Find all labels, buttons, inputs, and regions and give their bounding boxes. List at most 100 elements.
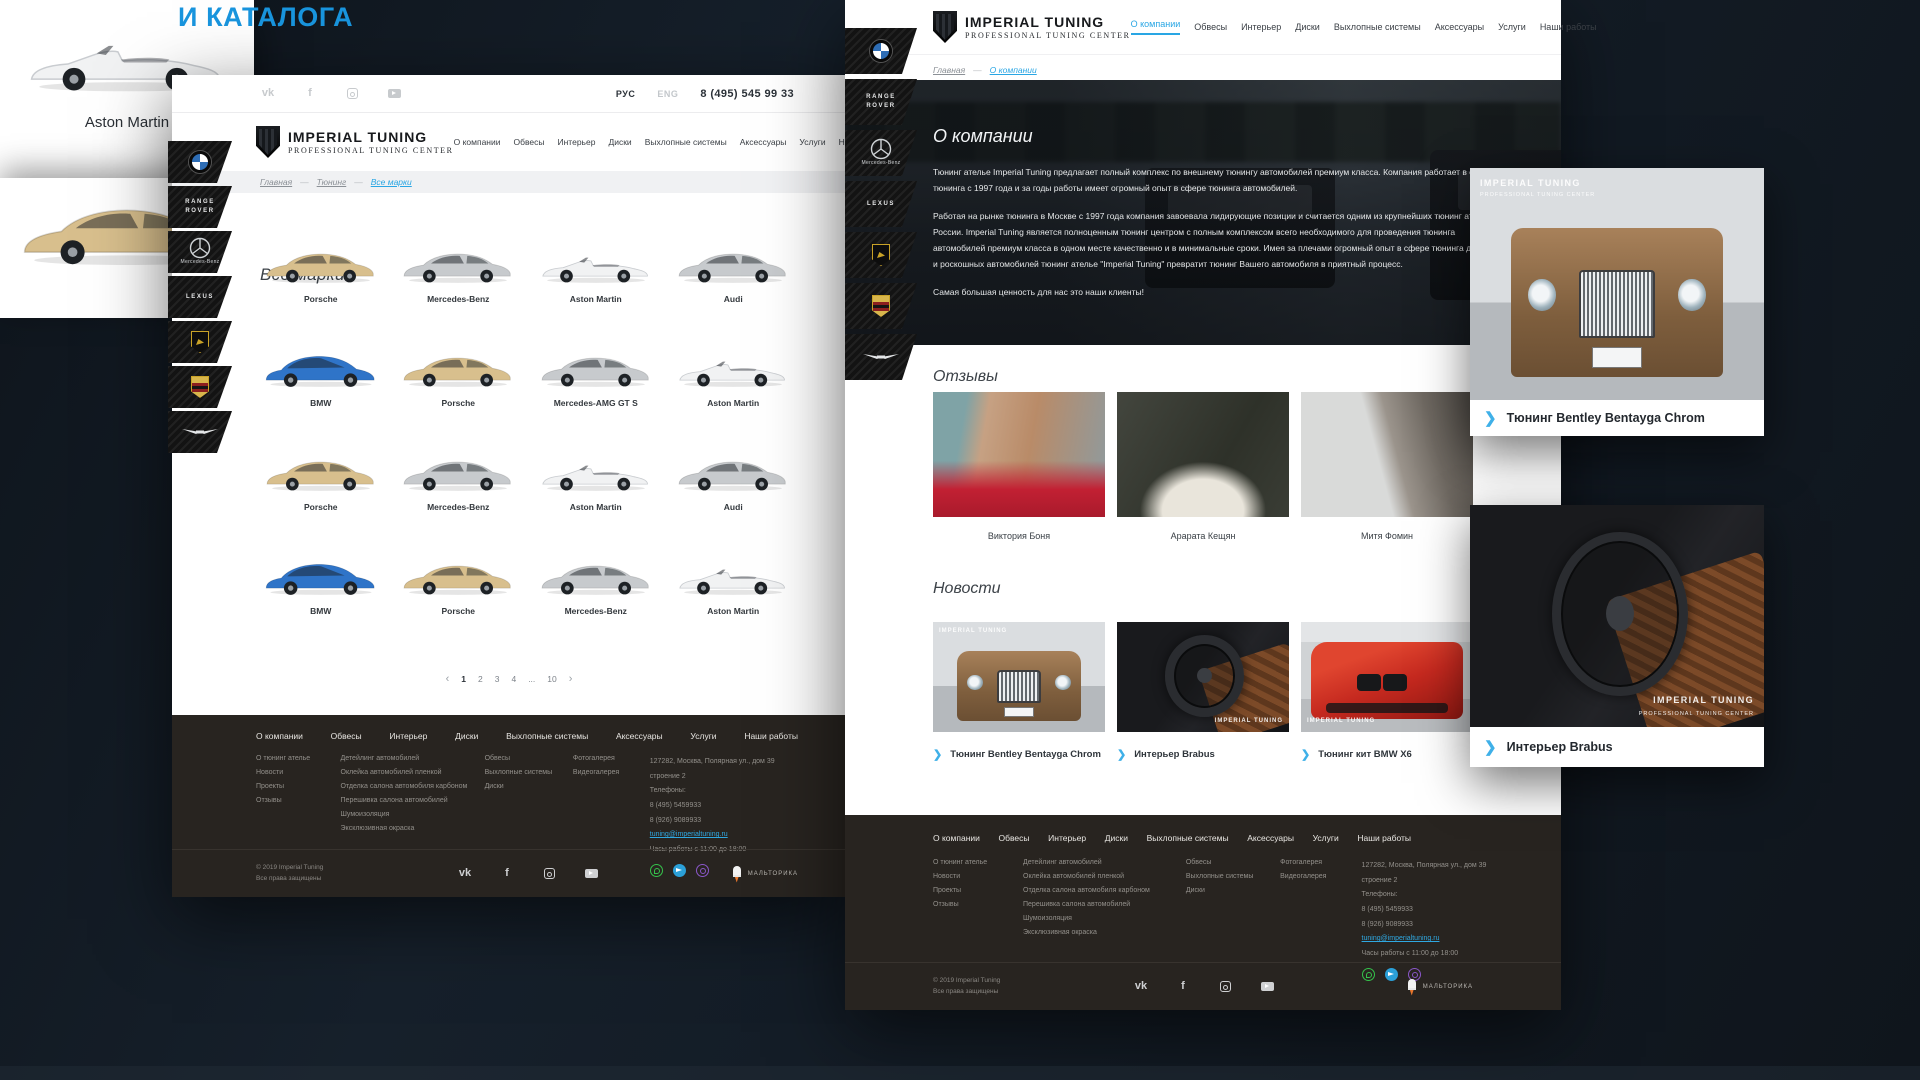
footer-nav-wheels[interactable]: Диски [455, 731, 478, 741]
range-rover-badge[interactable]: RANGE ROVER [845, 79, 917, 125]
page-1[interactable]: 1 [461, 674, 466, 684]
page-2[interactable]: 2 [478, 674, 483, 684]
nav-about[interactable]: О компании [1131, 19, 1181, 35]
footer-nav-works[interactable]: Наши работы [744, 731, 798, 741]
mercedes-badge[interactable]: Mercedes-Benz [845, 130, 917, 176]
youtube-icon[interactable] [583, 867, 599, 881]
review-card[interactable]: Виктория Боня [933, 392, 1105, 541]
porsche-badge[interactable] [168, 366, 232, 408]
studio-credit[interactable]: МАЛЬТОРИКА [1408, 979, 1473, 995]
phone-1[interactable]: 8 (495) 5459933 [1362, 903, 1501, 918]
bmw-badge[interactable] [168, 141, 232, 183]
page-4[interactable]: 4 [511, 674, 516, 684]
facebook-icon[interactable]: f [302, 87, 318, 101]
vk-icon[interactable]: vk [260, 87, 276, 101]
email-link[interactable]: tuning@imperialtuning.ru [1362, 932, 1440, 947]
breadcrumb-home[interactable]: Главная [260, 177, 292, 187]
lang-rus[interactable]: РУС [616, 89, 635, 99]
nav-exhaust[interactable]: Выхлопные системы [645, 137, 727, 147]
instagram-icon[interactable] [1217, 980, 1233, 994]
footer-nav-accessories[interactable]: Аксессуары [616, 731, 663, 741]
work-card-brabus[interactable]: IMPERIAL TUNING PROFESSIONAL TUNING CENT… [1470, 505, 1764, 767]
breadcrumb-home[interactable]: Главная [933, 65, 965, 75]
nav-bodykits[interactable]: Обвесы [514, 137, 545, 147]
car-card-audi[interactable]: Audi [665, 233, 803, 337]
nav-services[interactable]: Услуги [799, 137, 825, 147]
footer-nav-wheels[interactable]: Диски [1105, 833, 1128, 843]
phone-2[interactable]: 8 (926) 9089933 [1362, 918, 1501, 933]
vk-icon[interactable]: vk [457, 867, 473, 881]
nav-exhaust[interactable]: Выхлопные системы [1334, 22, 1421, 32]
car-card-bmw[interactable]: BMW [252, 545, 390, 649]
facebook-icon[interactable]: f [499, 867, 515, 881]
car-card-amg-gts[interactable]: Mercedes-AMG GT S [527, 337, 665, 441]
car-card-mercedes[interactable]: Mercedes-Benz [390, 441, 528, 545]
instagram-icon[interactable] [344, 87, 360, 101]
footer-nav-bodykits[interactable]: Обвесы [331, 731, 362, 741]
page-3[interactable]: 3 [495, 674, 500, 684]
nav-services[interactable]: Услуги [1498, 22, 1526, 32]
phone-1[interactable]: 8 (495) 5459933 [650, 799, 806, 814]
site-logo[interactable]: IMPERIAL TUNING PROFESSIONAL TUNING CENT… [933, 11, 1131, 43]
footer-nav-services[interactable]: Услуги [690, 731, 716, 741]
footer-nav-bodykits[interactable]: Обвесы [999, 833, 1030, 843]
footer-nav-works[interactable]: Наши работы [1357, 833, 1411, 843]
car-card-aston[interactable]: Aston Martin [527, 441, 665, 545]
nav-accessories[interactable]: Аксессуары [740, 137, 787, 147]
nav-interior[interactable]: Интерьер [1241, 22, 1281, 32]
footer-nav-exhaust[interactable]: Выхлопные системы [506, 731, 588, 741]
page-10[interactable]: 10 [547, 674, 556, 684]
car-card-porsche[interactable]: Porsche [252, 441, 390, 545]
header-phone[interactable]: 8 (495) 545 99 33 [700, 88, 794, 100]
footer-nav-interior[interactable]: Интерьер [1048, 833, 1086, 843]
mercedes-badge[interactable]: Mercedes-Benz [168, 231, 232, 273]
page-next[interactable]: › [569, 673, 573, 685]
footer-nav-services[interactable]: Услуги [1313, 833, 1339, 843]
footer-nav-about[interactable]: О компании [256, 731, 303, 741]
nav-about[interactable]: О компании [454, 137, 501, 147]
aston-martin-badge[interactable] [168, 411, 232, 453]
footer-nav-interior[interactable]: Интерьер [389, 731, 427, 741]
lexus-badge[interactable]: LEXUS [845, 181, 917, 227]
youtube-icon[interactable] [386, 87, 402, 101]
email-link[interactable]: tuning@imperialtuning.ru [650, 828, 728, 843]
nav-wheels[interactable]: Диски [608, 137, 631, 147]
vk-icon[interactable]: vk [1133, 980, 1149, 994]
car-card-porsche[interactable]: Porsche [390, 337, 528, 441]
lexus-badge[interactable]: LEXUS [168, 276, 232, 318]
porsche-badge[interactable] [845, 283, 917, 329]
car-card-mercedes[interactable]: Mercedes-Benz [390, 233, 528, 337]
lamborghini-badge[interactable] [168, 321, 232, 363]
car-card-aston[interactable]: Aston Martin [665, 545, 803, 649]
footer-nav-accessories[interactable]: Аксессуары [1247, 833, 1294, 843]
aston-martin-badge[interactable] [845, 334, 917, 380]
nav-works[interactable]: Наши работы [1540, 22, 1597, 32]
site-logo[interactable]: IMPERIAL TUNING PROFESSIONAL TUNING CENT… [256, 126, 454, 158]
news-card-bentley[interactable]: IMPERIAL TUNING ❯Тюнинг Bentley Bentayga… [933, 622, 1105, 761]
work-card-bentley[interactable]: IMPERIAL TUNING PROFESSIONAL TUNING CENT… [1470, 168, 1764, 436]
news-card-brabus[interactable]: IMPERIAL TUNING ❯Интерьер Brabus [1117, 622, 1289, 761]
instagram-icon[interactable] [541, 867, 557, 881]
news-card-x6[interactable]: IMPERIAL TUNING ❯Тюнинг кит BMW X6 [1301, 622, 1473, 761]
phone-2[interactable]: 8 (926) 9089933 [650, 814, 806, 829]
nav-bodykits[interactable]: Обвесы [1194, 22, 1227, 32]
car-card-porsche[interactable]: Porsche [390, 545, 528, 649]
range-rover-badge[interactable]: RANGE ROVER [168, 186, 232, 228]
studio-credit[interactable]: МАЛЬТОРИКА [733, 866, 798, 882]
car-card-aston[interactable]: Aston Martin [665, 337, 803, 441]
bmw-badge[interactable] [845, 28, 917, 74]
car-card-bmw[interactable]: BMW [252, 337, 390, 441]
facebook-icon[interactable]: f [1175, 980, 1191, 994]
car-card-porsche[interactable]: Porsche [252, 233, 390, 337]
car-card-audi[interactable]: Audi [665, 441, 803, 545]
car-card-aston[interactable]: Aston Martin [527, 233, 665, 337]
footer-nav-about[interactable]: О компании [933, 833, 980, 843]
lamborghini-badge[interactable] [845, 232, 917, 278]
footer-nav-exhaust[interactable]: Выхлопные системы [1147, 833, 1229, 843]
page-prev[interactable]: ‹ [446, 673, 450, 685]
breadcrumb-tuning[interactable]: Тюнинг [317, 177, 347, 187]
youtube-icon[interactable] [1259, 980, 1275, 994]
car-card-mercedes[interactable]: Mercedes-Benz [527, 545, 665, 649]
nav-accessories[interactable]: Аксессуары [1435, 22, 1484, 32]
review-card[interactable]: Арарата Кещян [1117, 392, 1289, 541]
